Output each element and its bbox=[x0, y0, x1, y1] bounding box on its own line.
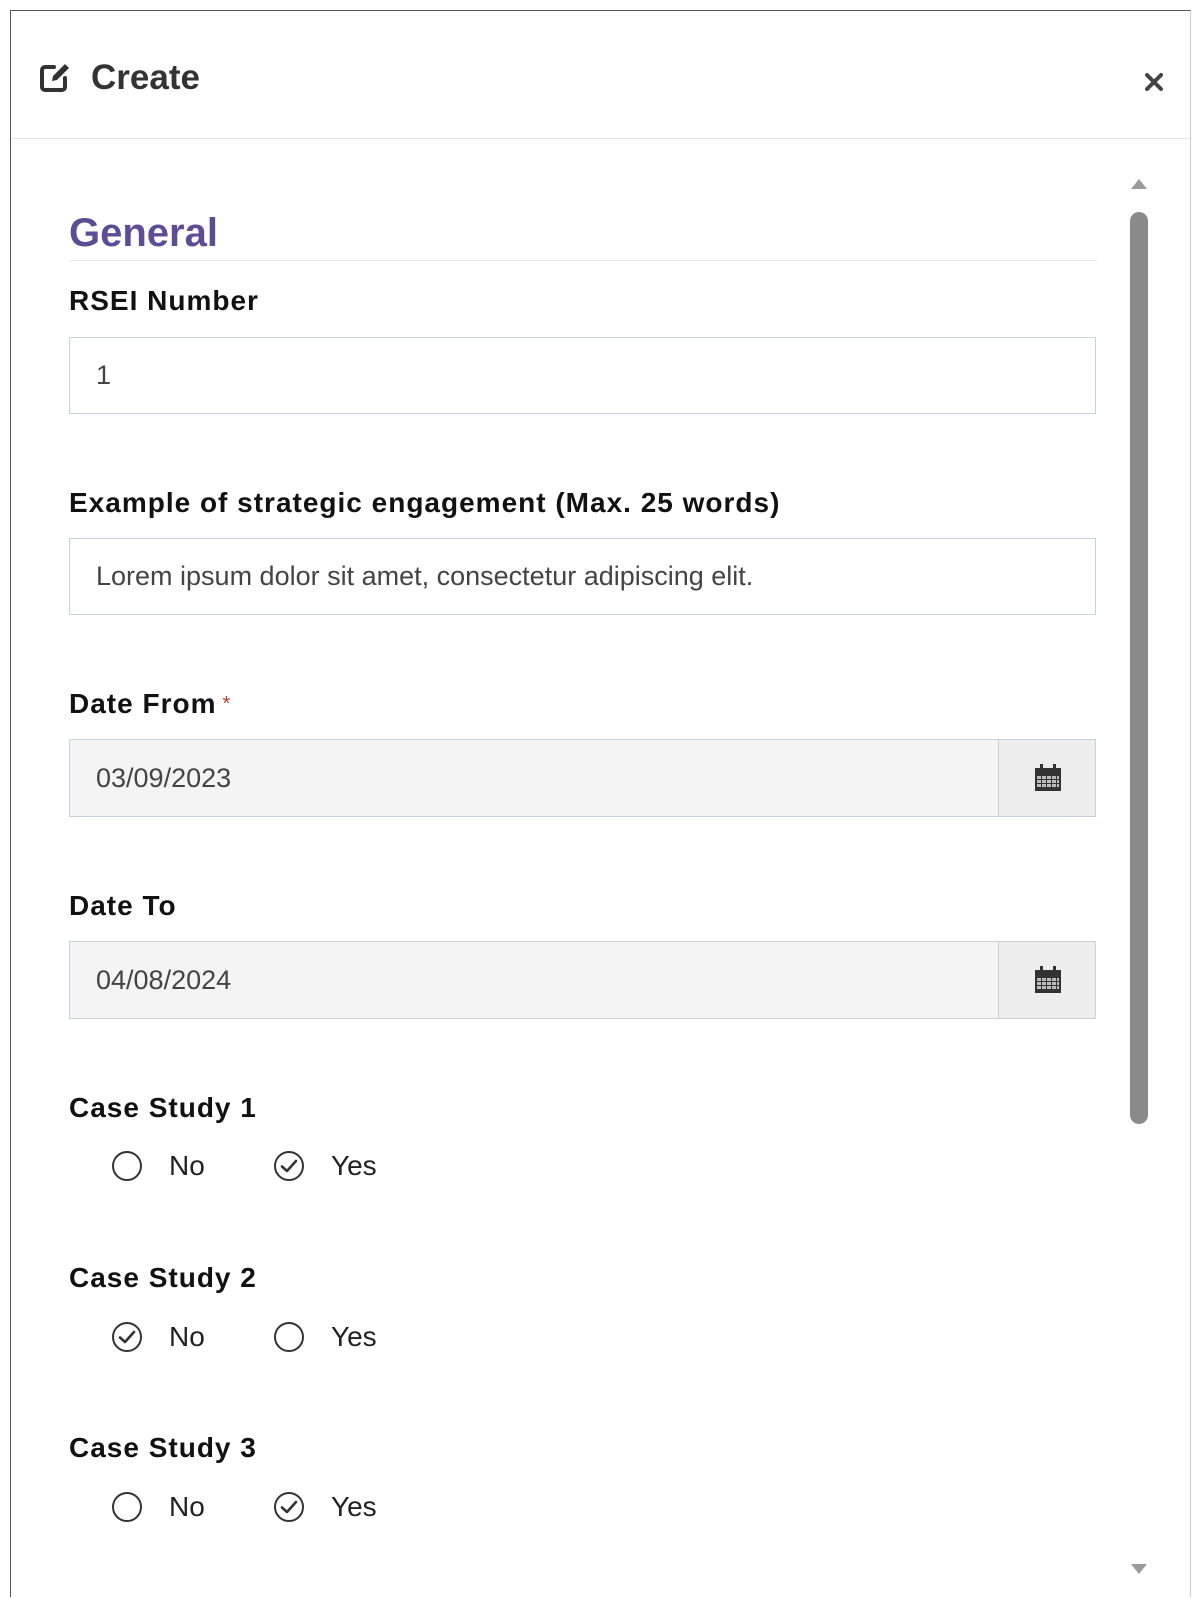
date-from-input[interactable]: 03/09/2023 bbox=[70, 740, 998, 816]
case-study-1-label: Case Study 1 bbox=[69, 1092, 257, 1123]
radio-checked-icon bbox=[274, 1151, 304, 1181]
radio-label: Yes bbox=[331, 1321, 377, 1352]
date-from-calendar-button[interactable] bbox=[998, 740, 1095, 816]
radio-label: Yes bbox=[331, 1150, 377, 1181]
radio-label: Yes bbox=[331, 1491, 377, 1522]
calendar-icon bbox=[1035, 966, 1061, 993]
section-divider bbox=[69, 260, 1097, 261]
close-icon[interactable] bbox=[1140, 68, 1168, 96]
create-dialog: Create General RSEI Number 1 Example of … bbox=[10, 10, 1191, 1597]
radio-unchecked-icon bbox=[112, 1151, 142, 1181]
section-title: General bbox=[69, 211, 218, 255]
date-from-group: 03/09/2023 bbox=[69, 739, 1096, 817]
example-input[interactable]: Lorem ipsum dolor sit amet, consectetur … bbox=[69, 538, 1096, 615]
required-marker: * bbox=[222, 693, 232, 715]
date-to-calendar-button[interactable] bbox=[998, 942, 1095, 1018]
scrollbar-thumb[interactable] bbox=[1130, 212, 1148, 1124]
edit-icon bbox=[40, 64, 69, 92]
scroll-up-arrow-icon[interactable] bbox=[1131, 179, 1147, 189]
rsei-number-label: RSEI Number bbox=[69, 285, 259, 316]
dialog-header: Create bbox=[11, 11, 1190, 139]
date-from-label: Date From * bbox=[69, 687, 231, 721]
radio-checked-icon bbox=[274, 1492, 304, 1522]
date-from-label-text: Date From bbox=[69, 688, 217, 719]
dialog-body: General RSEI Number 1 Example of strateg… bbox=[11, 139, 1190, 1597]
radio-label: No bbox=[169, 1321, 205, 1352]
scrollbar[interactable] bbox=[1126, 179, 1150, 1574]
scroll-down-arrow-icon[interactable] bbox=[1131, 1564, 1147, 1574]
case-study-3-label: Case Study 3 bbox=[69, 1432, 257, 1463]
calendar-icon bbox=[1035, 764, 1061, 791]
radio-label: No bbox=[169, 1491, 205, 1522]
dialog-title: Create bbox=[91, 58, 200, 97]
date-to-label: Date To bbox=[69, 890, 177, 921]
date-to-input[interactable]: 04/08/2024 bbox=[70, 942, 998, 1018]
radio-unchecked-icon bbox=[112, 1492, 142, 1522]
case-study-2-label: Case Study 2 bbox=[69, 1262, 257, 1293]
radio-checked-icon bbox=[112, 1322, 142, 1352]
rsei-number-input[interactable]: 1 bbox=[69, 337, 1096, 414]
example-label: Example of strategic engagement (Max. 25… bbox=[69, 487, 781, 518]
radio-label: No bbox=[169, 1150, 205, 1181]
radio-unchecked-icon bbox=[274, 1322, 304, 1352]
date-to-group: 04/08/2024 bbox=[69, 941, 1096, 1019]
